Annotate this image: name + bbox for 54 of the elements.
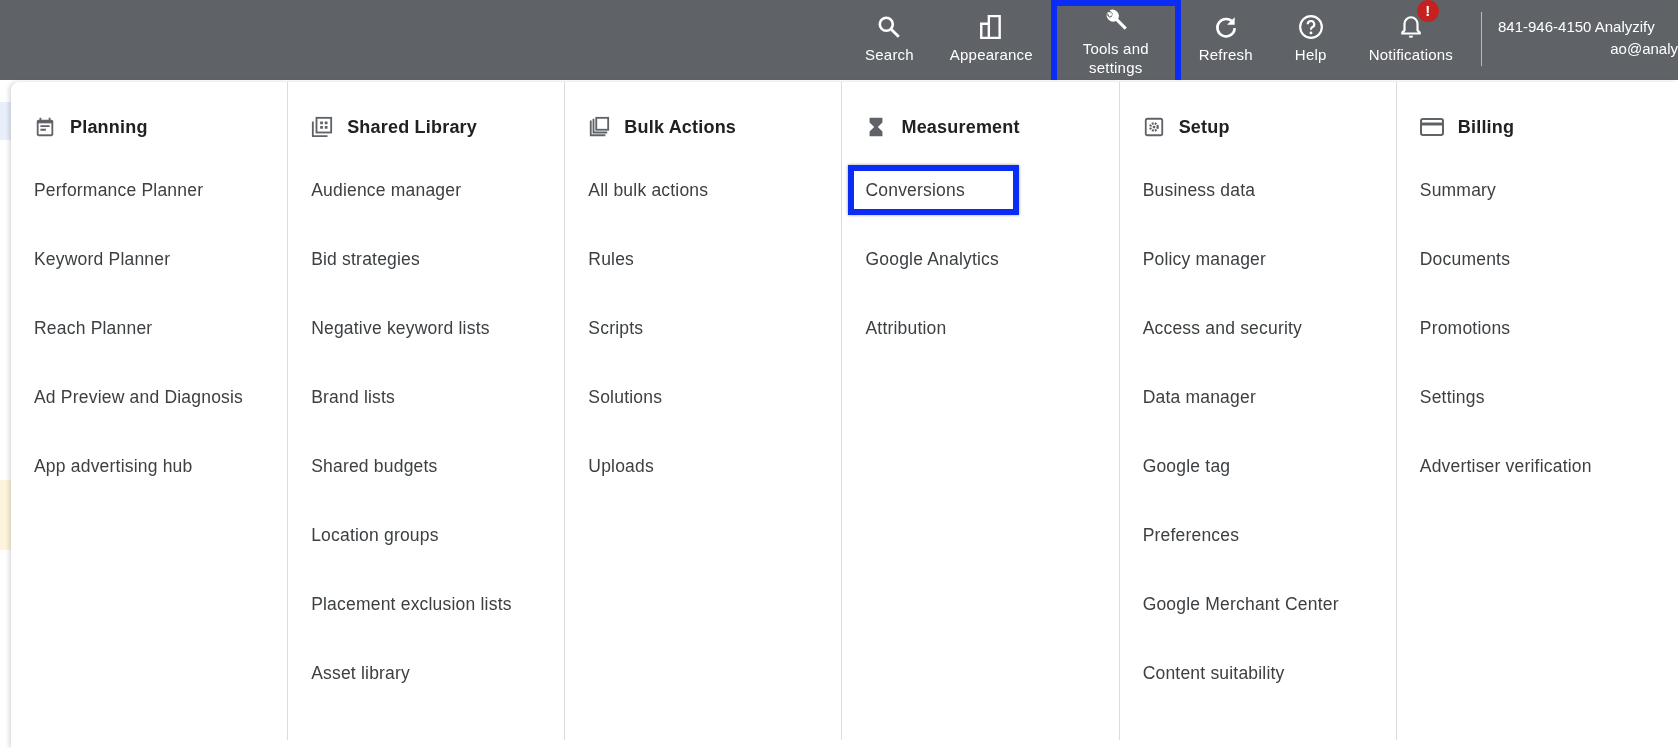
help-button[interactable]: Help xyxy=(1270,0,1351,80)
menu-item[interactable]: Brand lists xyxy=(294,372,413,422)
menu-item[interactable]: Audience manager xyxy=(294,165,479,215)
menu-item[interactable]: Rules xyxy=(571,234,652,284)
menu-item[interactable]: Settings xyxy=(1402,372,1502,422)
copies-icon xyxy=(588,116,611,138)
menu-item[interactable]: Google Merchant Center xyxy=(1125,579,1356,629)
credit-card-icon xyxy=(1419,116,1444,138)
grid-stack-icon xyxy=(311,116,334,138)
account-email: ao@analy xyxy=(1610,39,1678,59)
menu-item[interactable]: Asset library xyxy=(294,648,428,698)
notifications-button[interactable]: Notifications ! xyxy=(1350,0,1471,80)
account-id: 841-946-4150 Analyzify xyxy=(1498,17,1655,37)
menu-item[interactable]: All bulk actions xyxy=(571,165,726,215)
menu-item[interactable]: Bid strategies xyxy=(294,234,437,284)
menu-item[interactable]: Business data xyxy=(1125,165,1273,215)
menu-item[interactable]: Negative keyword lists xyxy=(294,303,507,353)
menu-section-title: Billing xyxy=(1457,116,1515,138)
menu-item[interactable]: Google Analytics xyxy=(848,234,1017,284)
toolbar-button[interactable]: Appearance xyxy=(931,0,1051,80)
menu-section-title: Planning xyxy=(70,116,148,138)
menu-item[interactable]: Content suitability xyxy=(1125,648,1302,698)
menu-item[interactable]: Promotions xyxy=(1402,303,1528,353)
menu-item[interactable]: Location groups xyxy=(294,510,456,560)
refresh-button[interactable]: Refresh xyxy=(1180,0,1271,80)
menu-item[interactable]: Preferences xyxy=(1125,510,1257,560)
menu-item[interactable]: Reach Planner xyxy=(17,303,170,353)
alert-badge: ! xyxy=(1416,0,1439,22)
menu-section-title: Bulk Actions xyxy=(624,116,737,138)
menu-item[interactable]: Policy manager xyxy=(1125,234,1284,284)
menu-section-title: Setup xyxy=(1178,116,1230,138)
search-button[interactable]: Search xyxy=(847,0,932,80)
menu-section-title: Measurement xyxy=(901,116,1020,138)
menu-item[interactable]: Conversions xyxy=(848,165,1019,215)
help-icon xyxy=(1297,14,1324,40)
menu-item[interactable]: Solutions xyxy=(571,372,680,422)
calendar-icon xyxy=(34,116,56,138)
menu-item[interactable]: Placement exclusion lists xyxy=(294,579,529,629)
menu-item[interactable]: App advertising hub xyxy=(17,441,210,491)
menu-item[interactable]: Shared budgets xyxy=(294,441,455,491)
menu-item[interactable]: Performance Planner xyxy=(17,165,221,215)
menu-item[interactable]: Scripts xyxy=(571,303,661,353)
menu-item[interactable]: Summary xyxy=(1402,165,1514,215)
settings-icon xyxy=(1142,116,1165,138)
menu-item[interactable]: Attribution xyxy=(848,303,964,353)
menu-item[interactable]: Data manager xyxy=(1125,372,1273,422)
menu-item[interactable]: Advertiser verification xyxy=(1402,441,1609,491)
menu-item[interactable]: Documents xyxy=(1402,234,1528,284)
menu-item[interactable]: Google tag xyxy=(1125,441,1248,491)
menu-item[interactable]: Uploads xyxy=(571,441,671,491)
menu-item[interactable]: Ad Preview and Diagnosis xyxy=(17,372,261,422)
menu-item[interactable]: Access and security xyxy=(1125,303,1320,353)
menu-section-title: Shared Library xyxy=(347,116,477,138)
menu-item[interactable]: Keyword Planner xyxy=(17,234,188,284)
